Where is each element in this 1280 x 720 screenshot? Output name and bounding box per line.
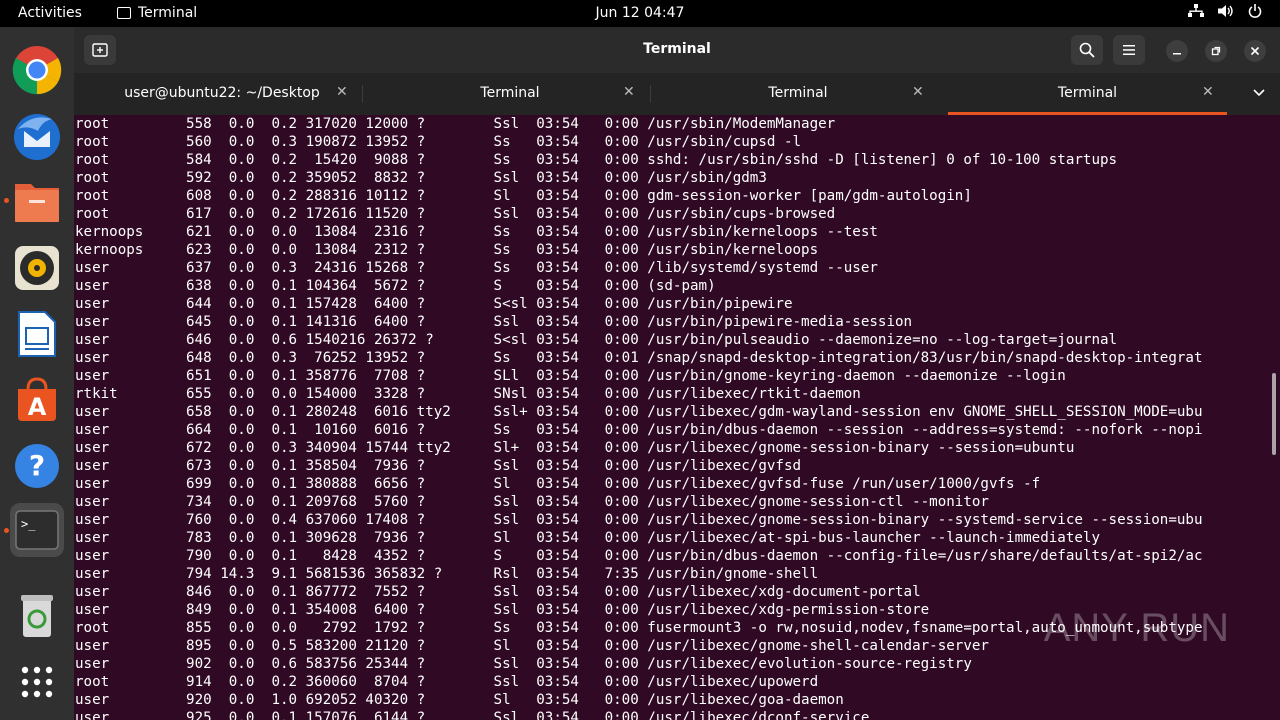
terminal-line: user 648 0.0 0.3 76252 13952 ? Ss 03:54 … xyxy=(75,350,1203,366)
dock-rhythmbox[interactable] xyxy=(10,241,64,295)
terminal-line: rtkit 655 0.0 0.0 154000 3328 ? SNsl 03:… xyxy=(75,386,861,402)
tab-label: Terminal xyxy=(480,85,540,101)
terminal-line: user 637 0.0 0.3 24316 15268 ? Ss 03:54 … xyxy=(75,260,878,276)
scrollbar-thumb[interactable] xyxy=(1272,373,1276,455)
hamburger-icon xyxy=(1123,45,1135,55)
dock-trash[interactable] xyxy=(10,589,64,643)
dock-files[interactable] xyxy=(10,175,64,229)
tab-desktop[interactable]: user@ubuntu22: ~/Desktop ✕ xyxy=(74,73,362,115)
volume-icon xyxy=(1218,5,1233,17)
terminal-line: root 584 0.0 0.2 15420 9088 ? Ss 03:54 0… xyxy=(75,152,1118,168)
rhythmbox-icon xyxy=(15,246,59,290)
terminal-line: user 644 0.0 0.1 157428 6400 ? S<sl 03:5… xyxy=(75,296,793,312)
tab-close-icon[interactable]: ✕ xyxy=(912,84,924,100)
close-icon xyxy=(1250,46,1260,56)
trash-icon xyxy=(21,595,53,637)
tab-terminal-active[interactable]: Terminal ✕ xyxy=(948,73,1227,115)
terminal-line: root 608 0.0 0.2 288316 10112 ? Sl 03:54… xyxy=(75,188,972,204)
svg-text:>_: >_ xyxy=(21,517,36,531)
software-store-icon: A xyxy=(18,377,56,421)
terminal-line: user 673 0.0 0.1 358504 7936 ? Ssl 03:54… xyxy=(75,458,802,474)
dock-terminal[interactable]: >_ xyxy=(10,503,64,557)
tab-bar: user@ubuntu22: ~/Desktop ✕ Terminal ✕ Te… xyxy=(74,73,1280,115)
dock-show-apps[interactable] xyxy=(10,655,64,709)
dock: A ? >_ xyxy=(0,27,74,720)
tab-close-icon[interactable]: ✕ xyxy=(336,84,348,100)
terminal-line: root 914 0.0 0.2 360060 8704 ? Ssl 03:54… xyxy=(75,674,819,690)
tab-label: Terminal xyxy=(768,85,828,101)
system-tray[interactable] xyxy=(1188,4,1262,18)
terminal-icon: >_ xyxy=(15,510,59,550)
restore-icon xyxy=(1211,46,1221,56)
terminal-line: user 664 0.0 0.1 10160 6016 ? Ss 03:54 0… xyxy=(75,422,1203,438)
terminal-line: user 646 0.0 0.6 1540216 26372 ? S<sl 03… xyxy=(75,332,1118,348)
tab-close-icon[interactable]: ✕ xyxy=(1202,84,1214,100)
terminal-line: user 760 0.0 0.4 637060 17408 ? Ssl 03:5… xyxy=(75,512,1203,528)
terminal-line: root 617 0.0 0.2 172616 11520 ? Ssl 03:5… xyxy=(75,206,836,222)
app-menu-label: Terminal xyxy=(138,5,198,21)
terminal-line: user 658 0.0 0.1 280248 6016 tty2 Ssl+ 0… xyxy=(75,404,1203,420)
terminal-line: user 699 0.0 0.1 380888 6656 ? Sl 03:54 … xyxy=(75,476,1041,492)
search-button[interactable] xyxy=(1071,35,1103,65)
files-icon xyxy=(15,184,59,222)
tab-close-icon[interactable]: ✕ xyxy=(623,84,635,100)
maximize-button[interactable] xyxy=(1205,40,1227,62)
chrome-icon xyxy=(12,46,62,95)
terminal-line: root 560 0.0 0.3 190872 13952 ? Ss 03:54… xyxy=(75,134,802,150)
tab-list-chevron-down-icon[interactable] xyxy=(1252,85,1266,99)
tab-terminal-2[interactable]: Terminal ✕ xyxy=(362,73,650,115)
close-button[interactable] xyxy=(1244,40,1266,62)
terminal-line: user 651 0.0 0.1 358776 7708 ? SLl 03:54… xyxy=(75,368,1066,384)
terminal-line: user 790 0.0 0.1 8428 4352 ? S 03:54 0:0… xyxy=(75,548,1203,564)
power-icon xyxy=(1248,4,1262,18)
tab-terminal-3[interactable]: Terminal ✕ xyxy=(650,73,938,115)
terminal-line: user 925 0.0 0.1 157076 6144 ? Ssl 03:54… xyxy=(75,710,870,720)
terminal-line: user 638 0.0 0.1 104364 5672 ? S 03:54 0… xyxy=(75,278,716,294)
clock[interactable]: Jun 12 04:47 xyxy=(596,5,685,21)
writer-icon xyxy=(18,311,56,357)
dock-chrome[interactable] xyxy=(10,43,64,97)
svg-text:?: ? xyxy=(29,449,45,482)
search-icon xyxy=(1079,42,1095,58)
dock-help[interactable]: ? xyxy=(10,439,64,493)
dock-thunderbird[interactable] xyxy=(10,109,64,163)
dock-ubuntu-software[interactable]: A xyxy=(10,373,64,427)
terminal-line: root 558 0.0 0.2 317020 12000 ? Ssl 03:5… xyxy=(75,116,836,132)
tab-label: Terminal xyxy=(1057,85,1118,101)
app-grid-icon xyxy=(21,666,53,698)
svg-text:A: A xyxy=(28,393,47,421)
tab-label: user@ubuntu22: ~/Desktop xyxy=(124,85,320,101)
anyrun-watermark: ANY RUN xyxy=(1043,606,1230,650)
top-bar: Activities Terminal Jun 12 04:47 xyxy=(0,0,1280,27)
minimize-button[interactable] xyxy=(1166,40,1188,62)
terminal-line: user 846 0.0 0.1 867772 7552 ? Ssl 03:54… xyxy=(75,584,921,600)
terminal-line: kernoops 623 0.0 0.0 13084 2312 ? Ss 03:… xyxy=(75,242,819,258)
new-tab-icon xyxy=(92,43,108,57)
terminal-line: user 734 0.0 0.1 209768 5760 ? Ssl 03:54… xyxy=(75,494,989,510)
network-icon xyxy=(1188,4,1204,17)
terminal-line: root 592 0.0 0.2 359052 8832 ? Ssl 03:54… xyxy=(75,170,767,186)
terminal-line: kernoops 621 0.0 0.0 13084 2316 ? Ss 03:… xyxy=(75,224,878,240)
minimize-icon xyxy=(1173,53,1181,55)
terminal-app-icon xyxy=(117,7,131,19)
terminal-line: user 645 0.0 0.1 141316 6400 ? Ssl 03:54… xyxy=(75,314,913,330)
header-bar: Terminal xyxy=(74,27,1280,73)
help-icon: ? xyxy=(15,444,59,488)
thunderbird-icon xyxy=(14,114,60,160)
terminal-line: user 794 14.3 9.1 5681536 365832 ? Rsl 0… xyxy=(75,566,819,582)
terminal-line: user 783 0.0 0.1 309628 7936 ? Sl 03:54 … xyxy=(75,530,1100,546)
activities-button[interactable]: Activities xyxy=(18,5,82,21)
app-menu[interactable]: Terminal xyxy=(117,5,197,21)
menu-button[interactable] xyxy=(1113,35,1145,65)
terminal-line: user 672 0.0 0.3 340904 15744 tty2 Sl+ 0… xyxy=(75,440,1075,456)
terminal-line: user 920 0.0 1.0 692052 40320 ? Sl 03:54… xyxy=(75,692,844,708)
new-tab-button[interactable] xyxy=(84,35,116,65)
dock-writer[interactable] xyxy=(10,307,64,361)
terminal-line: user 902 0.0 0.6 583756 25344 ? Ssl 03:5… xyxy=(75,656,972,672)
